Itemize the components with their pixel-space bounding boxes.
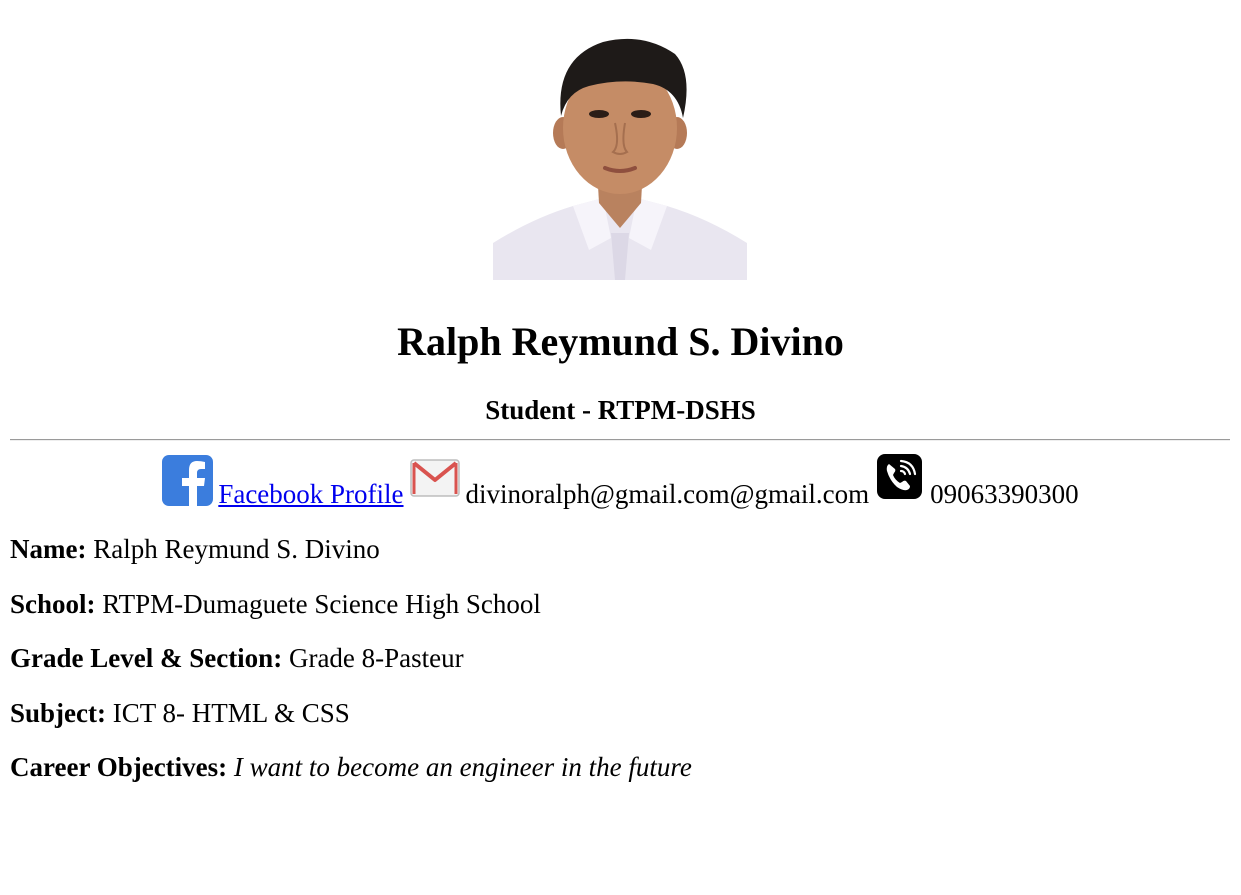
detail-label: Subject: [10, 698, 106, 728]
gmail-icon [409, 459, 460, 497]
detail-name: Name: Ralph Reymund S. Divino [10, 533, 380, 565]
detail-label: Name: [10, 534, 87, 564]
contact-row: Facebook Profile divinoralph@gmail.com@g… [0, 452, 1241, 514]
page-subtitle: Student - RTPM-DSHS [485, 395, 756, 425]
phone-number: 09063390300 [930, 479, 1079, 509]
page-title: Ralph Reymund S. Divino [397, 319, 844, 364]
divider [10, 439, 1230, 441]
detail-value: Grade 8-Pasteur [288, 643, 464, 673]
detail-career-objectives: Career Objectives: I want to become an e… [10, 751, 692, 783]
facebook-profile-link[interactable]: Facebook Profile [218, 478, 403, 510]
detail-grade-section: Grade Level & Section: Grade 8-Pasteur [10, 642, 464, 674]
detail-school: School: RTPM-Dumaguete Science High Scho… [10, 588, 541, 620]
detail-value: RTPM-Dumaguete Science High School [102, 589, 541, 619]
detail-subject: Subject: ICT 8- HTML & CSS [10, 697, 350, 729]
profile-photo [493, 28, 747, 280]
detail-label: Career Objectives: [10, 752, 228, 782]
detail-value: I want to become an engineer in the futu… [233, 752, 692, 782]
email-address: divinoralph@gmail.com@gmail.com [465, 479, 870, 509]
phone-icon [877, 454, 923, 499]
detail-label: Grade Level & Section: [10, 643, 283, 673]
facebook-icon[interactable] [162, 455, 214, 506]
detail-value: Ralph Reymund S. Divino [93, 534, 380, 564]
detail-value: ICT 8- HTML & CSS [112, 698, 350, 728]
detail-label: School: [10, 589, 96, 619]
